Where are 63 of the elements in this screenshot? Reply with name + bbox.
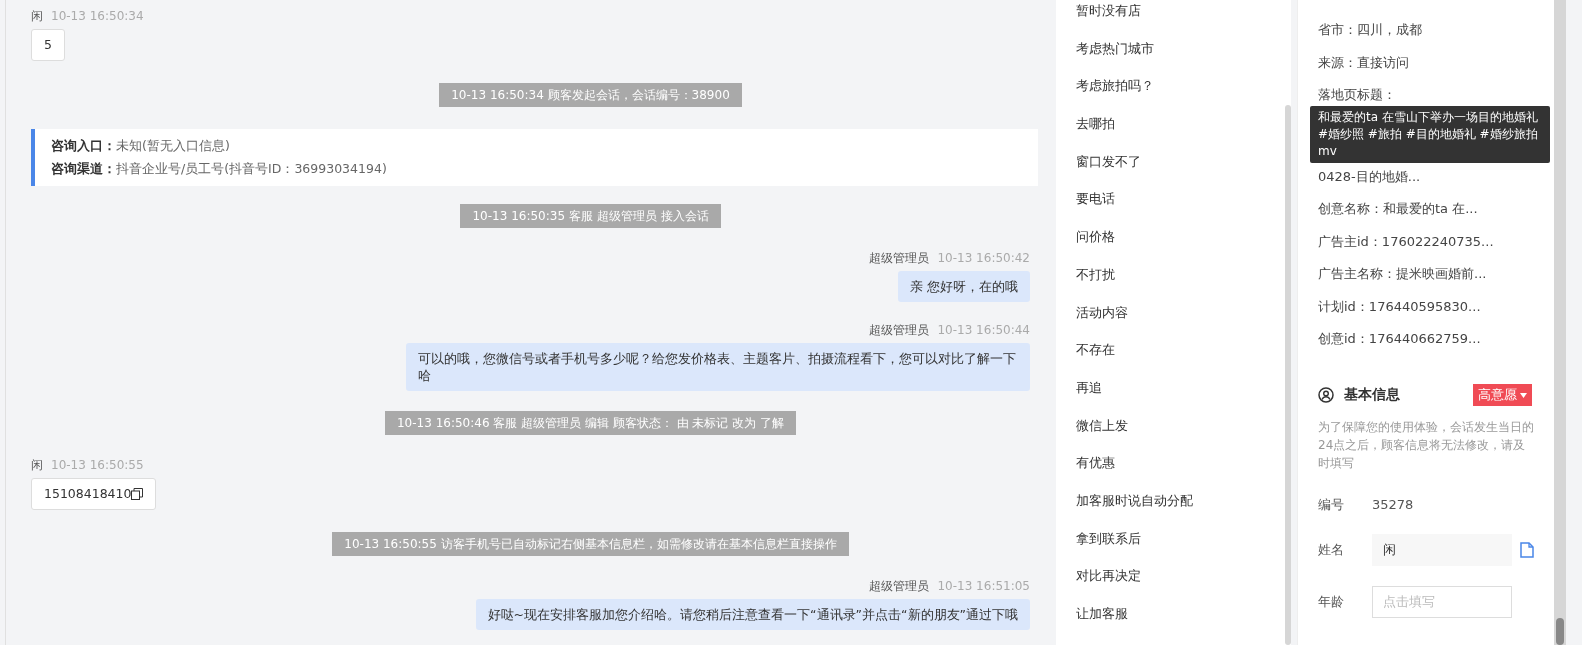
sender-name: 超级管理员 [869, 322, 930, 338]
intent-dropdown[interactable]: 高意愿 [1473, 383, 1532, 406]
message-time: 10-13 16:50:42 [937, 250, 1030, 266]
field-label: 编号 [1318, 495, 1345, 514]
user-icon [1318, 386, 1334, 403]
document-icon[interactable] [1520, 541, 1534, 558]
quick-reply-item[interactable]: 考虑旅拍吗？ [1076, 78, 1154, 94]
quick-reply-item[interactable]: 问价格 [1076, 229, 1115, 245]
field-label: 年龄 [1318, 592, 1345, 611]
message-time: 10-13 16:51:05 [937, 578, 1030, 594]
system-notice: 10-13 16:50:46 客服 超级管理员 编辑 顾客状态： 由 未标记 改为 了解 [384, 411, 797, 435]
sender-name: 闲 [31, 8, 43, 24]
consult-info-row-text: 咨询入口：未知(暂无入口信息) [51, 138, 231, 154]
system-notice: 10-13 16:50:34 顾客发起会话，会话编号：38900 [439, 83, 742, 107]
text-field[interactable]: 闲 [1372, 533, 1512, 566]
source-info-row: 省市：四川，成都 [1318, 22, 1422, 37]
quick-reply-item[interactable]: 要电话 [1076, 191, 1115, 207]
consult-info-row-text: 咨询渠道：抖音企业号/员工号(抖音号ID：36993034194) [51, 161, 388, 177]
scrollbar-thumb[interactable] [1556, 618, 1564, 645]
quick-reply-item[interactable]: 再追 [1076, 379, 1102, 395]
sender-name: 超级管理员 [869, 578, 930, 594]
message-bubble: 好哒~现在安排客服加您介绍哈。请您稍后注意查看一下“通讯录”并点击“新的朋友”通过下哦 [475, 599, 1030, 630]
section-title: 基本信息 [1344, 385, 1400, 404]
copy-icon[interactable] [131, 488, 144, 500]
quick-reply-item[interactable]: 有优惠 [1076, 455, 1115, 471]
quick-reply-item[interactable]: 不存在 [1076, 342, 1115, 358]
quick-reply-item[interactable]: 加客服时说自动分配 [1076, 492, 1193, 508]
system-notice: 10-13 16:50:35 客服 超级管理员 接入会话 [460, 204, 721, 228]
source-info-row: 创意id：176440662759... [1318, 331, 1481, 346]
quick-reply-item[interactable]: 窗口发不了 [1076, 153, 1141, 169]
source-info-row: 计划id：176440595830... [1318, 298, 1481, 314]
tooltip: 和最爱的ta 在雪山下举办一场目的地婚礼#婚纱照 #旅拍 #目的地婚礼 #婚纱旅拍mv [1310, 105, 1550, 163]
source-info-row: 广告主id：176022240735... [1318, 233, 1494, 249]
info-note: 为了保障您的使用体验，会话发生当日的24点之后，顾客信息将无法修改，请及时填写 [1318, 418, 1535, 472]
source-info-row: 广告主名称：提米映画婚前... [1318, 266, 1487, 281]
field-label: 姓名 [1318, 540, 1345, 559]
message-bubble: 5 [31, 29, 65, 61]
message-bubble: 可以的哦，您微信号或者手机号多少呢？给您发价格表、主题客片、拍摄流程看下，您可以对比了解一下哈 [406, 343, 1030, 391]
field-value: 35278 [1372, 497, 1414, 512]
message-time: 10-13 16:50:44 [937, 322, 1030, 338]
source-info-row: 来源：直接访问 [1318, 54, 1409, 70]
quick-reply-item[interactable]: 对比再决定 [1076, 568, 1141, 584]
quick-reply-item[interactable]: 微信上发 [1076, 417, 1128, 433]
scrollbar[interactable] [1285, 105, 1291, 645]
quick-reply-item[interactable]: 考虑热门城市 [1076, 40, 1154, 56]
quick-reply-item[interactable]: 拿到联系后 [1076, 530, 1141, 546]
phone-message-bubble: 15108418410 [31, 478, 157, 510]
message-bubble: 亲 您好呀，在的哦 [898, 271, 1030, 302]
sender-name: 超级管理员 [869, 250, 930, 266]
quick-reply-item[interactable]: 让加客服 [1076, 606, 1128, 621]
source-info-row: 创意名称：和最爱的ta 在... [1318, 201, 1478, 216]
source-info-row: 0428-目的地婚... [1318, 168, 1421, 184]
text-field[interactable]: 点击填写 [1372, 585, 1512, 618]
message-time: 10-13 16:50:55 [51, 457, 144, 473]
quick-reply-item[interactable]: 活动内容 [1076, 304, 1128, 320]
quick-reply-item[interactable]: 暂时没有店 [1076, 3, 1141, 18]
sender-name: 闲 [31, 457, 43, 473]
source-info-row: 落地页标题： [1318, 87, 1396, 102]
system-notice: 10-13 16:50:55 访客手机号已自动标记右侧基本信息栏，如需修改请在基本信息栏直接操作 [332, 532, 849, 556]
message-time: 10-13 16:50:34 [51, 8, 144, 24]
caret-icon[interactable] [1520, 392, 1527, 398]
quick-reply-item[interactable]: 不打扰 [1076, 266, 1115, 282]
quick-reply-item[interactable]: 去哪拍 [1076, 116, 1115, 132]
